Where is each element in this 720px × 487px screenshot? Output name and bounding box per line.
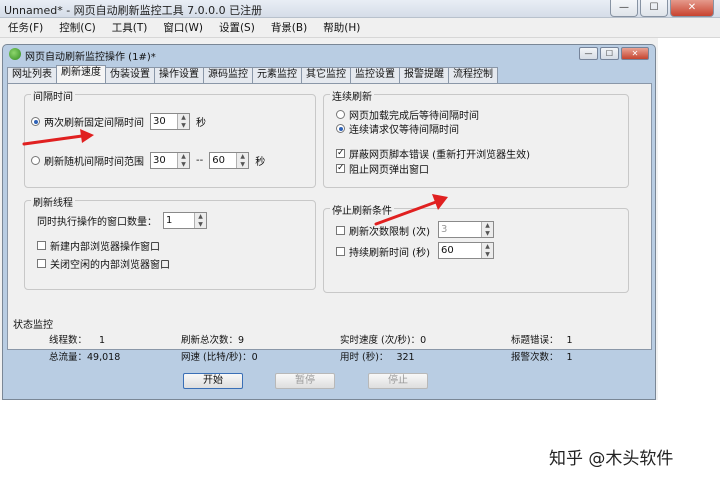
app-title-bar: Unnamed* - 网页自动刷新监控工具 7.0.0.0 已注册 — ☐ ✕	[0, 0, 720, 18]
refresh-duration-checkbox[interactable]	[336, 247, 345, 256]
refresh-duration-label: 持续刷新时间 (秒)	[349, 248, 430, 259]
refresh-speed-panel: 间隔时间 两次刷新固定间隔时间 30 ▲ ▼ 秒 刷新随机间隔时间范围 30 ▲ ▼	[7, 83, 652, 350]
start-button[interactable]: 开始	[183, 373, 243, 389]
child-close-button[interactable]: ✕	[621, 47, 649, 60]
random-range-separator: --	[196, 155, 204, 166]
refresh-duration-input[interactable]: 60 ▲ ▼	[438, 242, 494, 259]
tab-disguise[interactable]: 伪装设置	[105, 67, 155, 83]
continuous-legend: 连续刷新	[330, 88, 374, 103]
refresh-count-limit-checkbox[interactable]	[336, 226, 345, 235]
tab-operations[interactable]: 操作设置	[154, 67, 204, 83]
app-title: Unnamed* - 网页自动刷新监控工具 7.0.0.0 已注册	[4, 4, 263, 17]
menu-background[interactable]: 背景(B)	[271, 20, 307, 35]
random-min-input[interactable]: 30 ▲ ▼	[150, 152, 190, 169]
continuous-group: 连续刷新 网页加载完成后等待间隔时间 连续请求仅等待间隔时间 ✓ 屏蔽网页脚本错…	[323, 88, 629, 188]
annotation-arrow-left	[22, 129, 94, 146]
stat-elapsed-time: 用时 (秒)： 321	[340, 352, 415, 363]
block-popup-label: 阻止网页弹出窗口	[349, 165, 429, 176]
menu-settings[interactable]: 设置(S)	[219, 20, 255, 35]
random-interval-unit: 秒	[255, 157, 266, 168]
random-interval-radio[interactable]	[31, 156, 40, 165]
continuous-request-radio[interactable]	[336, 124, 345, 133]
menu-task[interactable]: 任务(F)	[8, 20, 43, 35]
menu-bar: 任务(F) 控制(C) 工具(T) 窗口(W) 设置(S) 背景(B) 帮助(H…	[0, 18, 720, 38]
random-interval-label: 刷新随机间隔时间范围	[44, 157, 144, 168]
tab-refresh-speed[interactable]: 刷新速度	[56, 65, 106, 83]
status-monitor-title: 状态监控	[13, 320, 53, 331]
stat-total-traffic: 总流量：49,018	[49, 352, 121, 363]
task-window-title: 网页自动刷新监控操作 (1#)*	[25, 52, 156, 63]
stat-total-refreshes: 刷新总次数：9	[181, 335, 245, 346]
tab-bar: 网址列表 刷新速度 伪装设置 操作设置 源码监控 元素监控 其它监控 监控设置 …	[7, 65, 498, 83]
block-script-error-label: 屏蔽网页脚本错误 (重新打开浏览器生效)	[349, 150, 530, 161]
threads-group: 刷新线程 同时执行操作的窗口数量： 1 ▲ ▼ 新建内部浏览器操作窗口 关闭空闲的…	[24, 194, 316, 290]
fixed-interval-input[interactable]: 30 ▲ ▼	[150, 113, 190, 130]
tab-monitor-settings[interactable]: 监控设置	[350, 67, 400, 83]
task-window-title-bar: 网页自动刷新监控操作 (1#)* — ☐ ✕	[3, 45, 655, 63]
tab-other-monitor[interactable]: 其它监控	[301, 67, 351, 83]
stat-realtime-speed: 实时速度 (次/秒)：0	[340, 335, 427, 346]
menu-tools[interactable]: 工具(T)	[112, 20, 148, 35]
wait-after-load-radio[interactable]	[336, 110, 345, 119]
threads-legend: 刷新线程	[31, 194, 75, 209]
stat-alarm-count: 报警次数： 1	[511, 352, 573, 363]
random-max-input[interactable]: 60 ▲ ▼	[209, 152, 250, 169]
block-script-error-checkbox[interactable]: ✓	[336, 149, 345, 158]
annotation-arrow-right	[374, 194, 448, 226]
wait-after-load-label: 网页加载完成后等待间隔时间	[349, 111, 479, 122]
stat-network-speed: 网速 (比特/秒)：0	[181, 352, 258, 363]
child-minimize-button[interactable]: —	[579, 47, 598, 60]
new-browser-window-checkbox[interactable]	[37, 241, 46, 250]
task-window: 网页自动刷新监控操作 (1#)* — ☐ ✕ 网址列表 刷新速度 伪装设置 操作…	[2, 44, 656, 400]
fixed-interval-radio[interactable]	[31, 117, 40, 126]
window-count-label: 同时执行操作的窗口数量：	[37, 217, 157, 228]
stat-title-errors: 标题错误： 1	[511, 335, 573, 346]
minimize-button[interactable]: —	[610, 0, 638, 17]
close-button[interactable]: ✕	[670, 0, 714, 17]
stat-threads: 线程数： 1	[49, 335, 106, 346]
tab-element-monitor[interactable]: 元素监控	[252, 67, 302, 83]
tab-flow-control[interactable]: 流程控制	[448, 67, 498, 83]
close-idle-window-checkbox[interactable]	[37, 259, 46, 268]
menu-control[interactable]: 控制(C)	[59, 20, 96, 35]
app-logo-icon	[9, 48, 21, 60]
new-browser-window-label: 新建内部浏览器操作窗口	[50, 242, 160, 253]
continuous-request-label: 连续请求仅等待间隔时间	[349, 125, 459, 136]
window-count-input[interactable]: 1 ▲ ▼	[163, 212, 207, 229]
fixed-interval-unit: 秒	[196, 118, 206, 129]
close-idle-window-label: 关闭空闲的内部浏览器窗口	[50, 260, 170, 271]
tab-url-list[interactable]: 网址列表	[7, 67, 57, 83]
zhihu-watermark: 知乎 @木头软件	[549, 449, 674, 469]
interval-legend: 间隔时间	[31, 88, 75, 103]
pause-button[interactable]: 暂停	[275, 373, 335, 389]
stop-button[interactable]: 停止	[368, 373, 428, 389]
maximize-button[interactable]: ☐	[640, 0, 668, 17]
tab-alarm[interactable]: 报警提醒	[399, 67, 449, 83]
menu-window[interactable]: 窗口(W)	[163, 20, 203, 35]
block-popup-checkbox[interactable]: ✓	[336, 164, 345, 173]
tab-source-monitor[interactable]: 源码监控	[203, 67, 253, 83]
stop-conditions-group: 停止刷新条件 刷新次数限制 (次) 3 ▲ ▼ 持续刷新时间 (秒) 60 ▲ ▼	[323, 202, 629, 293]
child-maximize-button[interactable]: ☐	[600, 47, 619, 60]
menu-help[interactable]: 帮助(H)	[323, 20, 360, 35]
